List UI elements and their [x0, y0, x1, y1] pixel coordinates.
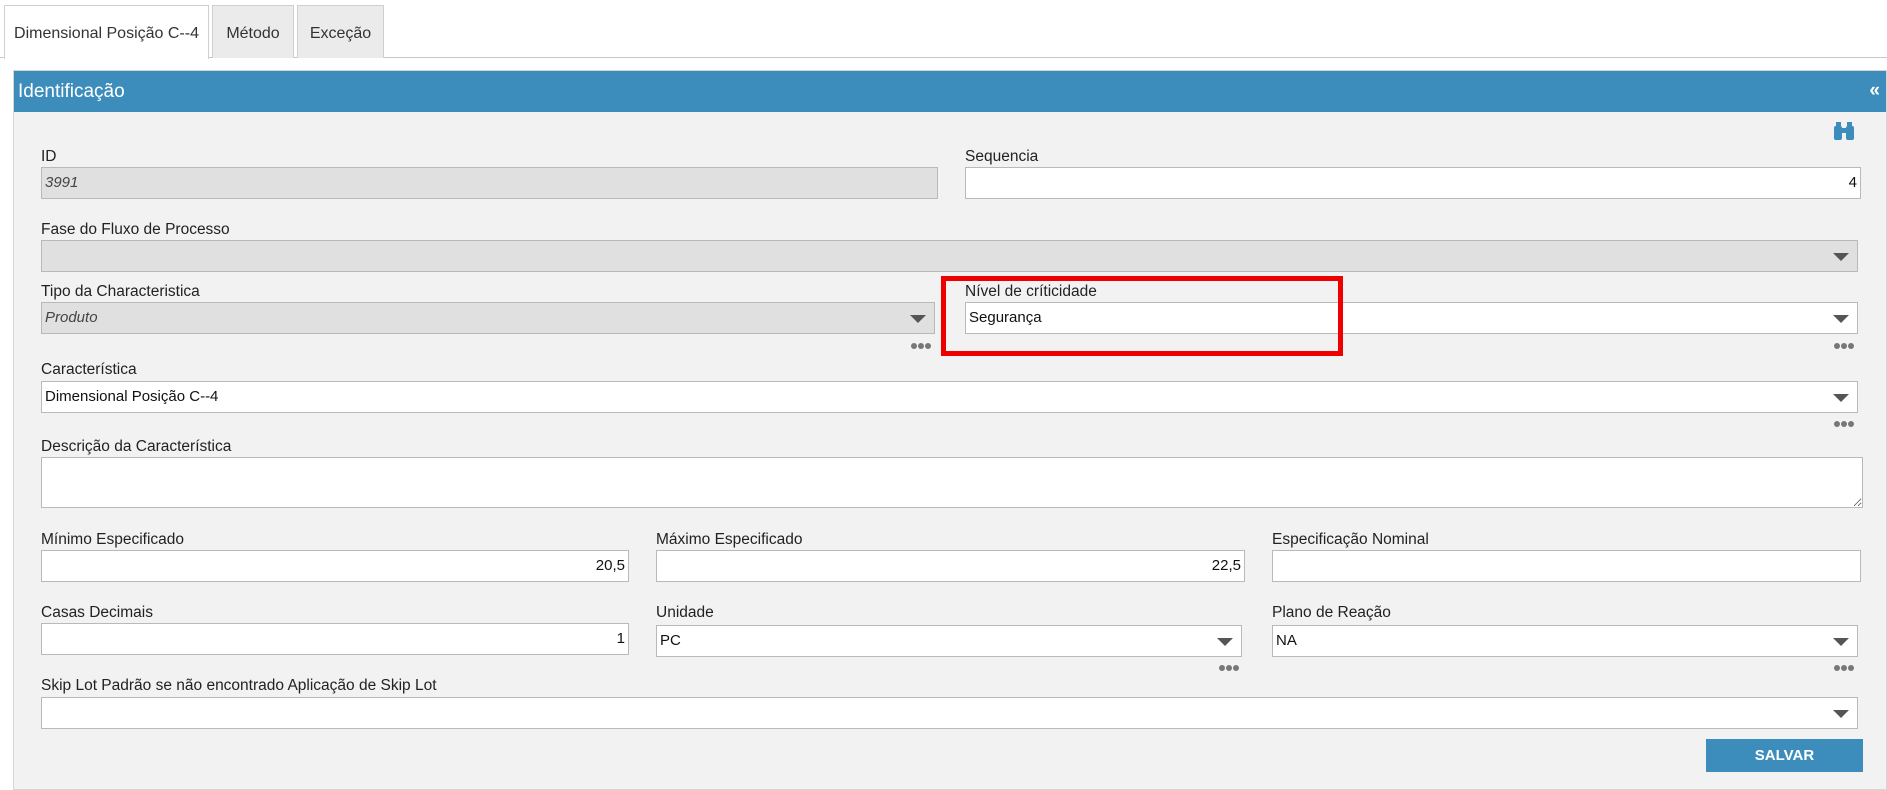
maximo-field[interactable]: 22,5 — [656, 550, 1245, 582]
nominal-field[interactable] — [1272, 550, 1861, 582]
casas-label: Casas Decimais — [41, 604, 153, 621]
tipo-more-icon[interactable] — [911, 341, 932, 349]
chevron-down-icon — [910, 315, 926, 323]
panel-header: Identificação « — [14, 71, 1886, 112]
chevron-down-icon — [1833, 315, 1849, 323]
maximo-label: Máximo Especificado — [656, 531, 803, 548]
tab-excecao[interactable]: Exceção — [297, 5, 384, 58]
panel-title: Identificação — [18, 81, 125, 102]
save-button[interactable]: SALVAR — [1706, 739, 1863, 772]
sequencia-field[interactable]: 4 — [965, 167, 1861, 199]
unidade-select[interactable]: PC — [656, 625, 1242, 657]
plano-label: Plano de Reação — [1272, 604, 1391, 621]
chevron-down-icon — [1833, 710, 1849, 718]
plano-select[interactable]: NA — [1272, 625, 1858, 657]
chevron-down-icon — [1217, 638, 1233, 646]
casas-field[interactable]: 1 — [41, 623, 629, 655]
caracteristica-value: Dimensional Posição C--4 — [45, 388, 219, 405]
unidade-more-icon[interactable] — [1219, 663, 1240, 671]
chevron-down-icon — [1833, 638, 1849, 646]
fase-select[interactable] — [41, 240, 1858, 272]
unidade-label: Unidade — [656, 604, 714, 621]
plano-value: NA — [1276, 632, 1297, 649]
unidade-value: PC — [660, 632, 681, 649]
tipo-value: Produto — [45, 309, 98, 326]
binoculars-icon[interactable] — [1834, 122, 1854, 140]
tab-metodo[interactable]: Método — [212, 5, 294, 58]
id-label: ID — [41, 148, 57, 165]
tipo-label: Tipo da Characteristica — [41, 283, 200, 300]
tipo-select[interactable]: Produto — [41, 302, 935, 334]
plano-more-icon[interactable] — [1834, 663, 1855, 671]
chevron-down-icon — [1833, 394, 1849, 402]
minimo-label: Mínimo Especificado — [41, 531, 185, 548]
nominal-label: Especificação Nominal — [1272, 531, 1429, 548]
skiplot-label: Skip Lot Padrão se não encontrado Aplica… — [41, 677, 437, 694]
collapse-icon[interactable]: « — [1869, 80, 1880, 102]
sequencia-label: Sequencia — [965, 148, 1039, 165]
id-field[interactable]: 3991 — [41, 167, 938, 199]
tab-dimensional[interactable]: Dimensional Posição C--4 — [4, 5, 209, 59]
skiplot-select[interactable] — [41, 697, 1858, 729]
descricao-label: Descrição da Característica — [41, 438, 232, 455]
fase-label: Fase do Fluxo de Processo — [41, 221, 230, 238]
nivel-label: Nível de críticidade — [965, 283, 1097, 300]
caracteristica-more-icon[interactable] — [1834, 419, 1855, 427]
chevron-down-icon — [1833, 253, 1849, 261]
caracteristica-select[interactable]: Dimensional Posição C--4 — [41, 381, 1858, 413]
minimo-field[interactable]: 20,5 — [41, 550, 629, 582]
nivel-more-icon[interactable] — [1834, 341, 1855, 349]
nivel-value: Segurança — [969, 309, 1042, 326]
caracteristica-label: Característica — [41, 361, 137, 378]
nivel-select[interactable]: Segurança — [965, 302, 1858, 334]
descricao-textarea[interactable] — [41, 457, 1863, 508]
tab-bar: Dimensional Posição C--4 Método Exceção — [0, 0, 1887, 59]
